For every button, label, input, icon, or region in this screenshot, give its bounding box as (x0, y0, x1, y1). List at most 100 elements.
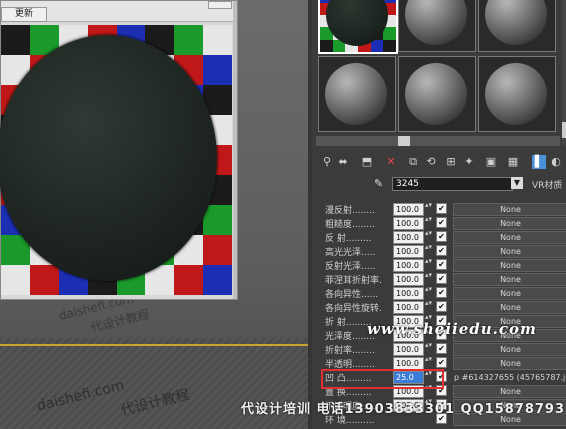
map-row: 半透明........ 100.0 ▴▾ ✔ None (312, 356, 566, 370)
map-amount-field[interactable]: 100.0 (393, 231, 424, 244)
spinner-icon[interactable]: ▴▾ (425, 286, 432, 298)
sample-slot-active[interactable] (318, 0, 398, 54)
highlight-box (321, 369, 444, 389)
show-map-icon[interactable]: ▣ (484, 155, 498, 169)
checker-cell (320, 39, 333, 52)
map-row: 漫反射........ 100.0 ▴▾ ✔ None (312, 202, 566, 216)
window-control-button[interactable] (208, 1, 232, 9)
sample-slot[interactable] (398, 0, 476, 52)
sample-slot[interactable] (478, 56, 556, 132)
map-row-label: 折 射......... (325, 318, 372, 328)
checker-cell (203, 55, 232, 85)
map-slot-button[interactable]: None (453, 301, 566, 314)
slot-sphere (405, 63, 467, 125)
update-button[interactable]: 更新 (1, 7, 47, 22)
map-row: 折射率........ 100.0 ▴▾ ✔ None (312, 342, 566, 356)
spinner-icon[interactable]: ▴▾ (425, 300, 432, 312)
chevron-down-icon[interactable]: ▼ (511, 177, 523, 189)
library-icon[interactable]: ⊞ (444, 155, 458, 169)
map-row-label: 高光光泽..... (325, 248, 376, 258)
spinner-icon[interactable]: ▴▾ (425, 356, 432, 368)
map-amount-field[interactable]: 100.0 (393, 259, 424, 272)
spinner-icon[interactable]: ▴▾ (425, 258, 432, 270)
spinner-icon[interactable]: ▴▾ (425, 272, 432, 284)
map-row-label: 各向异性...... (325, 290, 379, 300)
slot-sphere (485, 0, 547, 45)
material-type-button[interactable]: VR材质 (532, 178, 562, 191)
map-row: 菲涅耳折射率. 100.0 ▴▾ ✔ None (312, 272, 566, 286)
map-slot-button[interactable]: None (453, 343, 566, 356)
map-enable-checkbox[interactable]: ✔ (436, 245, 447, 256)
scroll-thumb[interactable] (398, 136, 410, 146)
map-row-label: 反射光泽..... (325, 262, 376, 272)
map-slot-button[interactable]: None (453, 287, 566, 300)
map-enable-checkbox[interactable]: ✔ (436, 231, 447, 242)
map-slot-button[interactable]: None (453, 385, 566, 398)
sample-slot[interactable] (398, 56, 476, 132)
watermark-contact: 代设计培训 电话13903833301 QQ15878793 (241, 402, 566, 417)
preview-sphere (0, 35, 217, 281)
map-slot-button[interactable]: None (453, 203, 566, 216)
assign-material-icon[interactable]: ⬒ (360, 155, 374, 169)
map-enable-checkbox[interactable]: ✔ (436, 273, 447, 284)
spinner-icon[interactable]: ▴▾ (425, 230, 432, 242)
map-amount-field[interactable]: 100.0 (393, 203, 424, 216)
map-enable-checkbox[interactable]: ✔ (436, 301, 447, 312)
eyedropper-icon[interactable]: ✎ (374, 177, 386, 191)
spinner-icon[interactable]: ▴▾ (425, 202, 432, 214)
sample-slot[interactable] (318, 56, 396, 132)
map-slot-button[interactable]: None (453, 231, 566, 244)
checker-cell (383, 27, 396, 40)
map-amount-field[interactable]: 100.0 (393, 343, 424, 356)
options-icon[interactable]: ◐ (549, 155, 563, 169)
checker-bg-icon[interactable]: ▦ (506, 155, 520, 169)
spinner-icon[interactable]: ▴▾ (425, 244, 432, 256)
map-row: 高光光泽..... 100.0 ▴▾ ✔ None (312, 244, 566, 258)
get-material-icon[interactable]: ⚲ (320, 155, 334, 169)
viewport[interactable]: daishefi.com 代设计教程 daishefi.com 代设计教程 更新 (0, 0, 308, 429)
checker-cell (1, 265, 30, 295)
map-row: 反射光泽..... 100.0 ▴▾ ✔ None (312, 258, 566, 272)
map-amount-field[interactable]: 100.0 (393, 301, 424, 314)
spinner-icon[interactable]: ▴▾ (425, 216, 432, 228)
map-row-label: 折射率........ (325, 346, 375, 356)
map-enable-checkbox[interactable]: ✔ (436, 259, 447, 270)
map-row: 反 射......... 100.0 ▴▾ ✔ None (312, 230, 566, 244)
slot-sphere (325, 63, 387, 125)
unique-icon[interactable]: ⟲ (424, 155, 438, 169)
material-name-field[interactable]: 3245 (392, 177, 513, 191)
slot-sphere (405, 0, 467, 45)
map-row-label: 各向异性旋转. (325, 304, 382, 314)
map-amount-field[interactable]: 100.0 (393, 245, 424, 258)
checker-cell (203, 265, 232, 295)
map-slot-button[interactable]: None (453, 217, 566, 230)
map-amount-field[interactable]: 100.0 (393, 273, 424, 286)
show-in-viewport-icon[interactable]: ▌ (532, 155, 546, 169)
window-edge (233, 1, 237, 299)
map-enable-checkbox[interactable]: ✔ (436, 357, 447, 368)
map-enable-checkbox[interactable]: ✔ (436, 287, 447, 298)
map-slot-button[interactable]: None (453, 357, 566, 370)
preview-title-bar: 更新 (1, 1, 237, 22)
scroll-thumb[interactable] (562, 122, 566, 138)
slots-vertical-scrollbar[interactable] (562, 0, 566, 146)
map-slot-button[interactable]: None (453, 259, 566, 272)
checker-cell (203, 25, 232, 55)
map-enable-checkbox[interactable]: ✔ (436, 343, 447, 354)
spinner-icon[interactable]: ▴▾ (425, 342, 432, 354)
map-enable-checkbox[interactable]: ✔ (436, 217, 447, 228)
put-to-scene-icon[interactable]: ⬌ (336, 155, 350, 169)
sample-slot[interactable] (478, 0, 556, 52)
copy-material-icon[interactable]: ⧉ (406, 155, 420, 169)
map-amount-field[interactable]: 100.0 (393, 287, 424, 300)
slots-horizontal-scrollbar[interactable] (316, 136, 560, 146)
map-slot-button[interactable]: None (453, 245, 566, 258)
map-row-label: 反 射......... (325, 234, 372, 244)
map-slot-button[interactable]: p #614327655 (45765787.jpg) (453, 371, 566, 384)
map-amount-field[interactable]: 100.0 (393, 217, 424, 230)
map-slot-button[interactable]: None (453, 273, 566, 286)
map-enable-checkbox[interactable]: ✔ (436, 203, 447, 214)
delete-icon[interactable]: ✕ (384, 155, 398, 169)
effects-channel-icon[interactable]: ✦ (462, 155, 476, 169)
material-preview-window[interactable]: 更新 (0, 0, 238, 300)
